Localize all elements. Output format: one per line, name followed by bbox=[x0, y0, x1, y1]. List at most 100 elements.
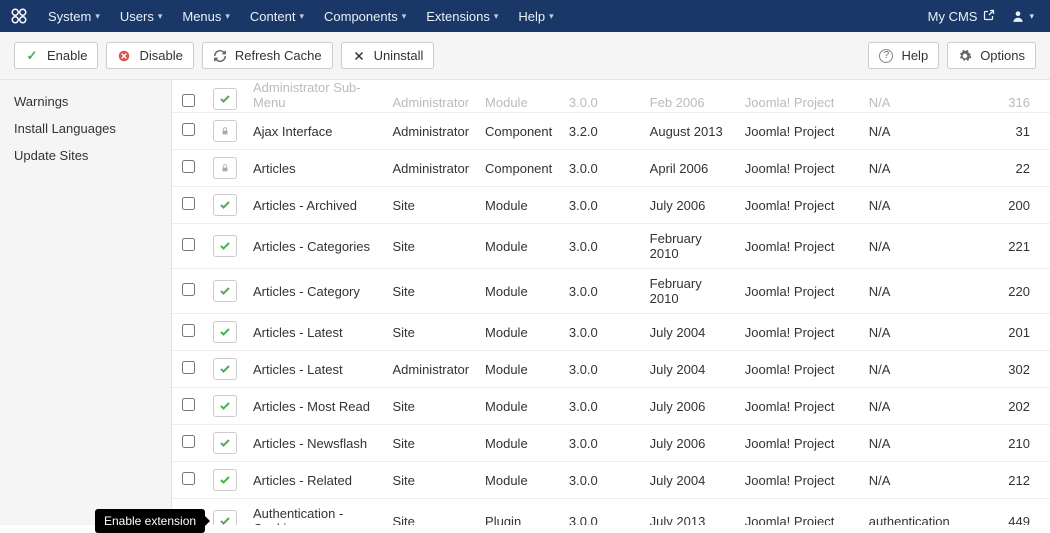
extension-id: 221 bbox=[1000, 224, 1050, 269]
sidebar-item-warnings[interactable]: Warnings bbox=[0, 88, 171, 115]
row-checkbox[interactable] bbox=[182, 238, 195, 251]
top-menu-label: Users bbox=[120, 9, 154, 24]
row-checkbox[interactable] bbox=[182, 197, 195, 210]
extension-author: Joomla! Project bbox=[737, 425, 861, 462]
top-menu-item-content[interactable]: Content▾ bbox=[242, 5, 312, 28]
row-checkbox[interactable] bbox=[182, 435, 195, 448]
top-menu-item-components[interactable]: Components▾ bbox=[316, 5, 414, 28]
top-nav: System▾Users▾Menus▾Content▾Components▾Ex… bbox=[0, 0, 1050, 32]
row-checkbox[interactable] bbox=[182, 283, 195, 296]
extension-type: Module bbox=[477, 388, 561, 425]
extension-name[interactable]: Articles - Categories bbox=[245, 224, 384, 269]
extension-date: July 2004 bbox=[642, 462, 737, 499]
caret-down-icon: ▾ bbox=[1029, 11, 1034, 22]
top-menu-item-extensions[interactable]: Extensions▾ bbox=[418, 5, 506, 28]
extension-type: Module bbox=[477, 80, 561, 113]
x-icon bbox=[352, 49, 366, 63]
refresh-cache-button[interactable]: Refresh Cache bbox=[202, 42, 333, 69]
enable-button[interactable]: ✓ Enable bbox=[14, 42, 98, 69]
row-checkbox[interactable] bbox=[182, 398, 195, 411]
site-link[interactable]: My CMS bbox=[928, 9, 996, 24]
extension-name[interactable]: Articles - Newsflash bbox=[245, 425, 384, 462]
extension-folder: authentication bbox=[861, 499, 1000, 526]
extension-date: February 2010 bbox=[642, 224, 737, 269]
row-checkbox[interactable] bbox=[182, 361, 195, 374]
extension-date: July 2004 bbox=[642, 314, 737, 351]
extension-version: 3.0.0 bbox=[561, 314, 642, 351]
caret-down-icon: ▾ bbox=[299, 11, 304, 22]
extension-version: 3.0.0 bbox=[561, 224, 642, 269]
check-icon: ✓ bbox=[25, 49, 39, 63]
refresh-label: Refresh Cache bbox=[235, 48, 322, 63]
help-icon: ? bbox=[879, 49, 893, 63]
status-enabled-button[interactable] bbox=[213, 469, 237, 491]
top-menu-item-system[interactable]: System▾ bbox=[40, 5, 108, 28]
extension-date: July 2004 bbox=[642, 351, 737, 388]
extension-name[interactable]: Articles - Latest bbox=[245, 314, 384, 351]
uninstall-button[interactable]: Uninstall bbox=[341, 42, 435, 69]
extension-name[interactable]: Authentication - Cookie bbox=[245, 499, 384, 526]
top-menu-item-users[interactable]: Users▾ bbox=[112, 5, 170, 28]
extension-name[interactable]: Articles - Most Read bbox=[245, 388, 384, 425]
extension-location: Site bbox=[384, 499, 477, 526]
status-enabled-button[interactable] bbox=[213, 321, 237, 343]
extension-name[interactable]: Ajax Interface bbox=[245, 113, 384, 150]
status-enabled-button[interactable] bbox=[213, 280, 237, 302]
top-menu-item-help[interactable]: Help▾ bbox=[510, 5, 561, 28]
extension-folder: N/A bbox=[861, 224, 1000, 269]
extension-date: July 2013 bbox=[642, 499, 737, 526]
extension-folder: N/A bbox=[861, 80, 1000, 113]
sidebar-item-install-languages[interactable]: Install Languages bbox=[0, 115, 171, 142]
row-checkbox[interactable] bbox=[182, 324, 195, 337]
extension-author: Joomla! Project bbox=[737, 269, 861, 314]
help-label: Help bbox=[901, 48, 928, 63]
extension-folder: N/A bbox=[861, 462, 1000, 499]
extension-type: Module bbox=[477, 314, 561, 351]
status-enabled-button[interactable] bbox=[213, 395, 237, 417]
status-enabled-button[interactable] bbox=[213, 235, 237, 257]
caret-down-icon: ▾ bbox=[95, 11, 100, 22]
extension-type: Module bbox=[477, 187, 561, 224]
status-enabled-button[interactable] bbox=[213, 510, 237, 525]
user-menu[interactable]: ▾ bbox=[1005, 5, 1040, 27]
status-enabled-button[interactable] bbox=[213, 432, 237, 454]
extension-author: Joomla! Project bbox=[737, 462, 861, 499]
caret-down-icon: ▾ bbox=[402, 11, 407, 22]
extension-folder: N/A bbox=[861, 113, 1000, 150]
row-checkbox[interactable] bbox=[182, 160, 195, 173]
row-checkbox[interactable] bbox=[182, 123, 195, 136]
top-menu-label: Content bbox=[250, 9, 296, 24]
main-panel: Administrator Sub-MenuAdministratorModul… bbox=[172, 80, 1050, 525]
status-enabled-button[interactable] bbox=[213, 194, 237, 216]
extension-author: Joomla! Project bbox=[737, 314, 861, 351]
top-menu-item-menus[interactable]: Menus▾ bbox=[174, 5, 238, 28]
extension-location: Administrator bbox=[384, 80, 477, 113]
help-button[interactable]: ? Help bbox=[868, 42, 939, 69]
extension-author: Joomla! Project bbox=[737, 113, 861, 150]
extension-name[interactable]: Articles - Latest bbox=[245, 351, 384, 388]
table-row: Articles - CategoriesSiteModule3.0.0Febr… bbox=[172, 224, 1050, 269]
extension-id: 449 bbox=[1000, 499, 1050, 526]
extension-type: Module bbox=[477, 351, 561, 388]
extension-location: Site bbox=[384, 425, 477, 462]
row-checkbox[interactable] bbox=[182, 472, 195, 485]
extension-name[interactable]: Articles - Category bbox=[245, 269, 384, 314]
extension-name[interactable]: Articles - Related bbox=[245, 462, 384, 499]
status-enabled-button[interactable] bbox=[213, 88, 237, 110]
options-button[interactable]: Options bbox=[947, 42, 1036, 69]
extension-name[interactable]: Administrator Sub-Menu bbox=[245, 80, 384, 113]
extension-author: Joomla! Project bbox=[737, 187, 861, 224]
extension-name[interactable]: Articles - Archived bbox=[245, 187, 384, 224]
extension-name[interactable]: Articles bbox=[245, 150, 384, 187]
status-enabled-button[interactable] bbox=[213, 358, 237, 380]
caret-down-icon: ▾ bbox=[225, 11, 230, 22]
toolbar: ✓ Enable Disable Refresh Cache Uninstall… bbox=[0, 32, 1050, 80]
status-locked-icon bbox=[213, 157, 237, 179]
refresh-icon bbox=[213, 49, 227, 63]
disable-button[interactable]: Disable bbox=[106, 42, 193, 69]
table-row: Articles - LatestSiteModule3.0.0July 200… bbox=[172, 314, 1050, 351]
row-checkbox[interactable] bbox=[182, 94, 195, 107]
extension-version: 3.0.0 bbox=[561, 187, 642, 224]
sidebar-item-update-sites[interactable]: Update Sites bbox=[0, 142, 171, 169]
extension-version: 3.2.0 bbox=[561, 113, 642, 150]
